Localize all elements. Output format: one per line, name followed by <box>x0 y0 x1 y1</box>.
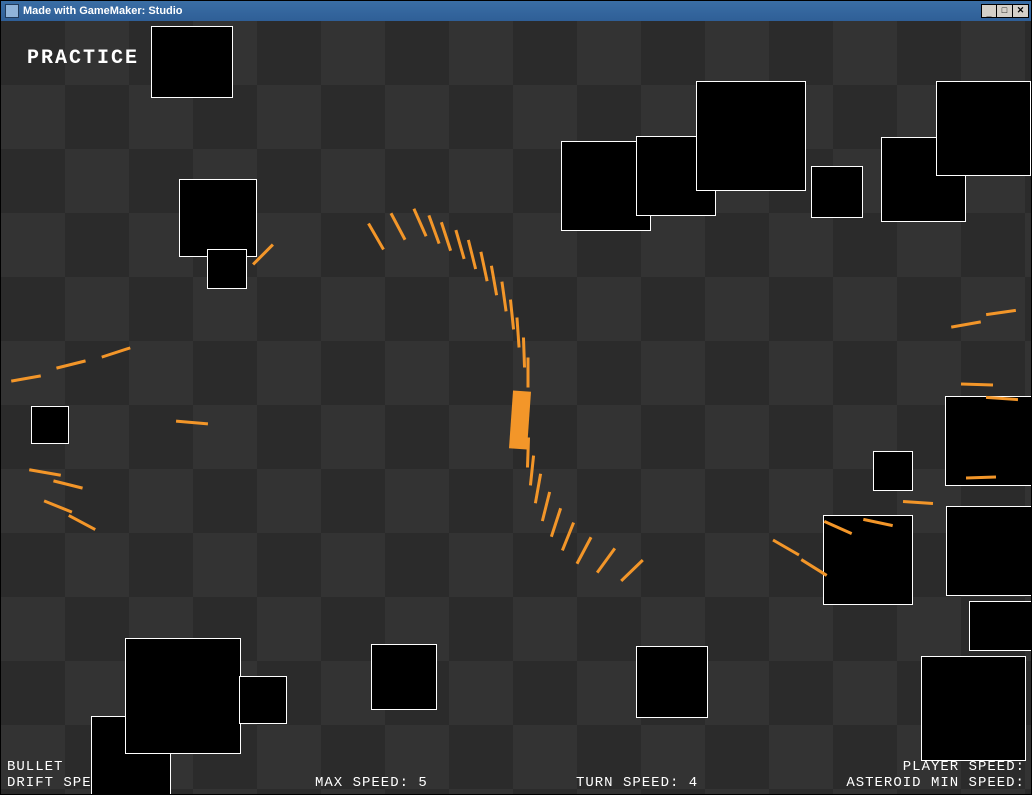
bullet <box>772 539 799 557</box>
bullet <box>561 522 575 551</box>
asteroid <box>125 638 241 754</box>
close-button[interactable]: ✕ <box>1013 4 1029 18</box>
app-icon <box>5 4 19 18</box>
bullet <box>620 559 644 582</box>
bullet <box>490 265 498 295</box>
bullet <box>68 514 96 531</box>
astmin-readout: ASTEROID MIN SPEED: <box>846 775 1025 791</box>
bullet <box>515 317 520 347</box>
bullet <box>29 468 61 477</box>
bullet <box>522 337 526 367</box>
bullet <box>951 320 981 328</box>
bullet <box>53 479 83 489</box>
bullet <box>550 508 562 537</box>
asteroid <box>179 179 257 257</box>
bullet <box>454 230 465 260</box>
asteroid <box>921 656 1026 761</box>
bullet <box>11 374 41 382</box>
bullet <box>509 299 515 329</box>
turnspeed-readout: TURN SPEED: 4 <box>576 775 698 791</box>
bullet <box>56 359 86 369</box>
bullet <box>390 213 407 241</box>
maxspeed-readout: MAX SPEED: 5 <box>315 775 428 791</box>
bullet <box>413 208 428 237</box>
window-controls: _ □ ✕ <box>981 4 1031 18</box>
asteroid <box>811 166 863 218</box>
bullet <box>427 215 440 244</box>
asteroid <box>636 646 708 718</box>
asteroid <box>945 396 1031 486</box>
bullet <box>961 382 993 386</box>
titlebar[interactable]: Made with GameMaker: Studio _ □ ✕ <box>1 1 1031 21</box>
bullet <box>101 346 130 358</box>
bullet <box>367 223 385 250</box>
minimize-button[interactable]: _ <box>981 4 997 18</box>
player-speed-readout: PLAYER SPEED: <box>903 759 1025 775</box>
bullet <box>541 492 551 522</box>
bullet <box>903 500 933 505</box>
app-window: Made with GameMaker: Studio _ □ ✕ PRACTI… <box>0 0 1032 795</box>
bullet <box>479 252 488 282</box>
bullet <box>527 358 530 388</box>
game-viewport[interactable]: PRACTICE MODE BULLET 17 PLAYER SPEED: DR… <box>1 21 1031 794</box>
bullet <box>986 309 1016 316</box>
asteroid <box>371 644 437 710</box>
bullet <box>534 473 542 503</box>
asteroid <box>936 81 1031 176</box>
bullet <box>526 437 530 467</box>
bullet <box>44 499 73 513</box>
bullet <box>500 281 507 311</box>
bullet <box>596 547 616 573</box>
bullet <box>529 455 535 485</box>
bullet <box>176 420 208 426</box>
asteroid <box>31 406 69 444</box>
asteroid <box>151 26 233 98</box>
asteroid <box>696 81 806 191</box>
bullet <box>576 537 593 565</box>
bullet <box>440 222 452 251</box>
asteroid <box>946 506 1031 596</box>
maximize-button[interactable]: □ <box>997 4 1013 18</box>
asteroid <box>239 676 287 724</box>
asteroid <box>969 601 1031 651</box>
asteroid <box>207 249 247 289</box>
window-title: Made with GameMaker: Studio <box>23 5 981 17</box>
asteroid <box>873 451 913 491</box>
bullet <box>467 240 477 270</box>
